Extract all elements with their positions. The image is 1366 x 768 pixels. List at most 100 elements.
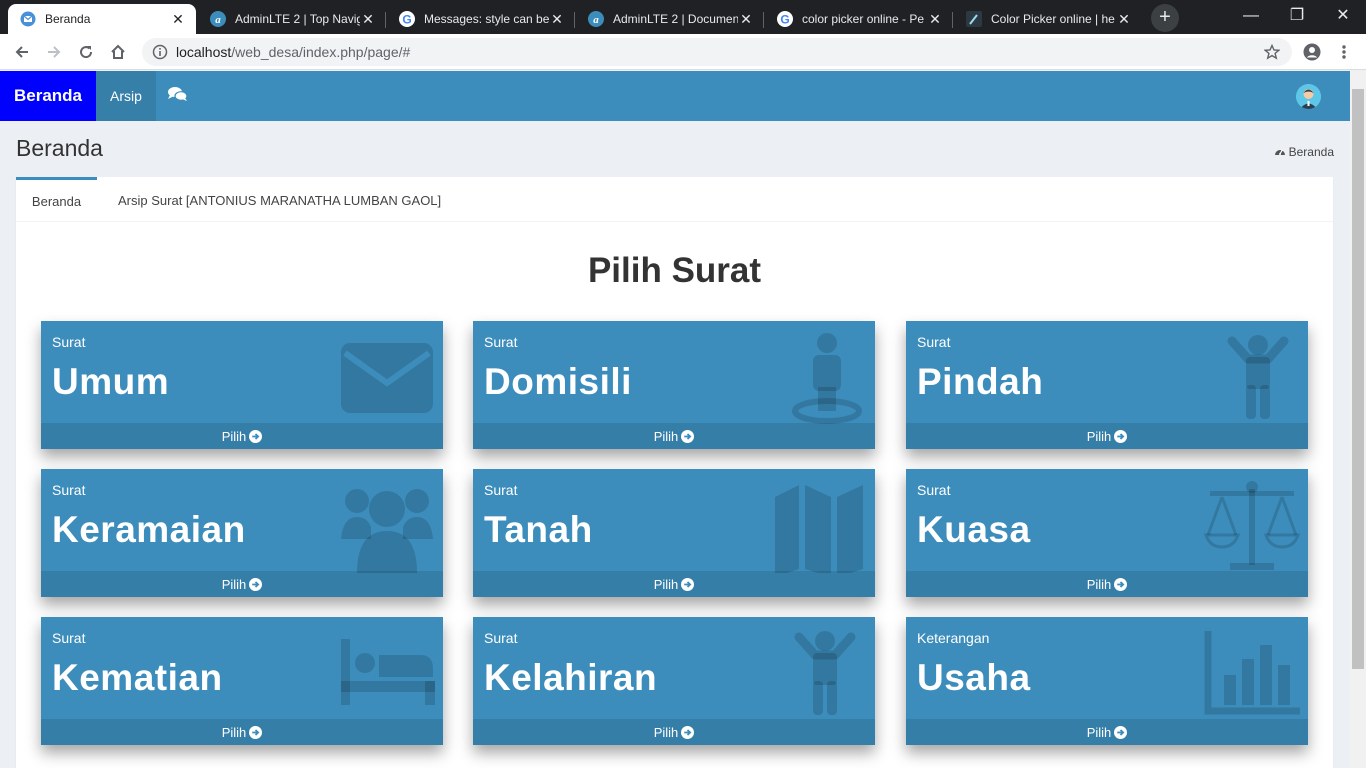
card-title: Usaha [917,657,1031,698]
mail-icon [20,11,36,27]
bed-icon [341,639,435,705]
card-footer-link[interactable]: Pilih [906,571,1308,597]
arrow-circle-right-icon [681,725,695,739]
browser-tab-title: Beranda [45,12,91,26]
card-footer-label: Pilih [1086,724,1112,740]
browser-tab[interactable]: G color picker online - Pe ✕ [765,4,953,34]
top-navbar: Beranda Arsip [0,71,1350,121]
svg-text:G: G [402,13,411,27]
browser-tab-title: AdminLTE 2 | Top Navig [235,12,360,26]
card-surat-kematian[interactable]: Surat Kematian Pilih [41,617,443,745]
restore-icon[interactable]: ❐ [1274,0,1320,32]
child-icon [794,631,856,715]
arrow-circle-right-icon [249,429,263,443]
reload-icon[interactable] [72,38,100,66]
breadcrumb-item[interactable]: Beranda [1289,145,1334,159]
card-keterangan-usaha[interactable]: Keterangan Usaha Pilih [906,617,1308,745]
card-surat-tanah[interactable]: Surat Tanah Pilih [473,469,875,597]
map-icon [775,485,863,573]
card-subtitle: Surat [484,630,518,646]
navbar-brand[interactable]: Beranda [0,71,96,121]
menu-icon[interactable] [1330,38,1358,66]
card-subtitle: Surat [52,630,86,646]
svg-text:a: a [593,14,599,26]
svg-text:a: a [215,14,221,26]
tab-beranda[interactable]: Beranda [16,177,97,222]
card-footer-link[interactable]: Pilih [473,571,875,597]
browser-tab[interactable]: Beranda ✕ [8,4,196,34]
card-footer-link[interactable]: Pilih [473,423,875,449]
arrow-circle-right-icon [681,429,695,443]
tab-close-icon[interactable]: ✕ [170,11,186,28]
breadcrumb[interactable]: Beranda [1274,145,1334,159]
browser-tab-title: Messages: style can be [424,12,549,26]
envelope-icon [341,343,433,413]
tab-close-icon[interactable]: ✕ [1116,11,1132,28]
tab-close-icon[interactable]: ✕ [549,11,565,28]
tab-close-icon[interactable]: ✕ [738,11,754,28]
new-tab-button[interactable]: + [1151,4,1179,32]
forward-icon[interactable] [40,38,68,66]
card-footer-link[interactable]: Pilih [41,571,443,597]
section-heading: Pilih Surat [587,251,762,290]
browser-tab[interactable]: G Messages: style can be ✕ [387,4,575,34]
card-subtitle: Keterangan [917,630,990,646]
browser-tab-strip: Beranda ✕ a AdminLTE 2 | Top Navig ✕ G M… [0,0,1366,34]
browser-tab[interactable]: a AdminLTE 2 | Top Navig ✕ [198,4,386,34]
card-footer-label: Pilih [1086,576,1112,592]
card-surat-kelahiran[interactable]: Surat Kelahiran Pilih [473,617,875,745]
tab-bar: Beranda Arsip Surat [ANTONIUS MARANATHA … [16,177,1333,222]
card-title: Kuasa [917,509,1031,550]
tab-close-icon[interactable]: ✕ [927,11,943,28]
card-surat-domisili[interactable]: Surat Domisili Pilih [473,321,875,449]
browser-tab[interactable]: a AdminLTE 2 | Document ✕ [576,4,764,34]
card-footer-label: Pilih [653,724,679,740]
balance-scale-icon [1204,481,1300,570]
address-bar[interactable]: localhost/web_desa/index.php/page/# [142,38,1292,66]
card-footer-link[interactable]: Pilih [41,719,443,745]
home-icon[interactable] [104,38,132,66]
bookmark-star-icon[interactable] [1258,38,1286,66]
url-path: /web_desa/index.php/page/# [231,44,411,60]
browser-toolbar: localhost/web_desa/index.php/page/# [0,34,1366,70]
profile-icon[interactable] [1298,38,1326,66]
card-title: Pindah [917,361,1044,402]
child-icon [1227,335,1289,419]
card-footer-label: Pilih [653,576,679,592]
google-icon: G [399,11,415,27]
card-footer-link[interactable]: Pilih [473,719,875,745]
info-icon[interactable] [152,44,168,60]
tab-close-icon[interactable]: ✕ [360,11,376,28]
card-footer-link[interactable]: Pilih [906,423,1308,449]
card-footer-link[interactable]: Pilih [906,719,1308,745]
card-title: Keramaian [52,509,246,550]
comments-icon[interactable] [166,85,192,107]
card-title: Kematian [52,657,223,698]
card-footer-link[interactable]: Pilih [41,423,443,449]
arrow-circle-right-icon [1114,577,1128,591]
card-subtitle: Surat [484,334,518,350]
user-avatar[interactable] [1296,84,1321,109]
bar-chart-icon [1204,631,1300,715]
card-surat-keramaian[interactable]: Surat Keramaian Pilih [41,469,443,597]
browser-tab[interactable]: Color Picker online | he ✕ [954,4,1142,34]
page-scrollbar[interactable] [1350,71,1366,768]
adminlte-icon: a [210,11,226,27]
card-title: Umum [52,361,170,402]
card-surat-pindah[interactable]: Surat Pindah Pilih [906,321,1308,449]
card-surat-umum[interactable]: Surat Umum Pilih [41,321,443,449]
close-window-icon[interactable]: ✕ [1320,0,1366,32]
url-host: localhost [176,44,232,60]
card-footer-label: Pilih [221,428,247,444]
card-surat-kuasa[interactable]: Surat Kuasa Pilih [906,469,1308,597]
arrow-circle-right-icon [249,725,263,739]
street-view-icon [792,333,862,424]
tab-arsip-surat[interactable]: Arsip Surat [ANTONIUS MARANATHA LUMBAN G… [118,177,441,222]
browser-tab-title: color picker online - Pe [802,12,925,26]
nav-item-arsip[interactable]: Arsip [96,71,156,121]
card-footer-label: Pilih [1086,428,1112,444]
card-footer-label: Pilih [653,428,679,444]
minimize-icon[interactable]: — [1228,0,1274,32]
back-icon[interactable] [8,38,36,66]
arrow-circle-right-icon [1114,429,1128,443]
